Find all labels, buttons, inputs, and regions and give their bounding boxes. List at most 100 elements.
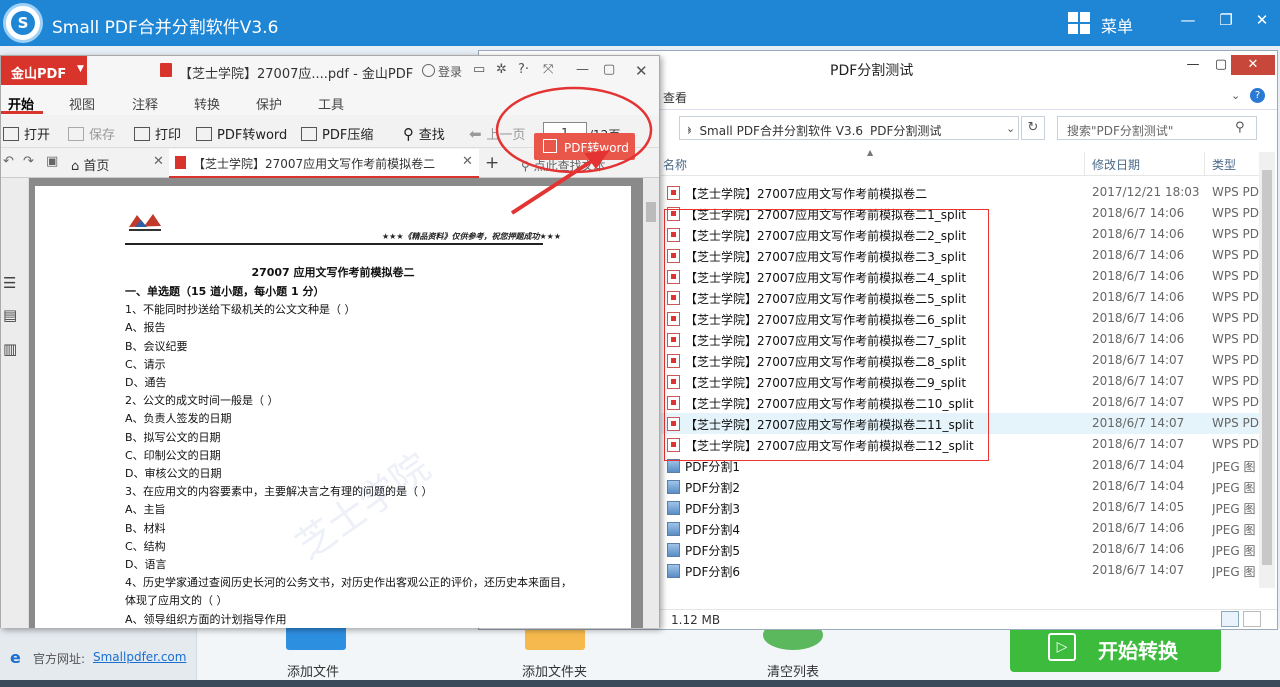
column-date[interactable]: 修改日期	[1092, 156, 1140, 173]
clear-list-button[interactable]: 清空列表	[767, 661, 819, 680]
document-line: D、审核公文的日期	[125, 467, 222, 480]
ribbon-tab-view[interactable]: 查看	[663, 89, 687, 106]
app-minimize-button[interactable]: —	[1174, 8, 1202, 32]
image-file-icon	[667, 501, 680, 515]
float-pdf-to-word-button[interactable]: PDF转word	[534, 133, 635, 160]
help-icon[interactable]: ?·	[518, 62, 529, 77]
pdf-reader-menu[interactable]: 金山PDF ▼	[1, 56, 87, 85]
tab-protect[interactable]: 保护	[256, 94, 282, 113]
scrollbar-thumb[interactable]	[1262, 170, 1272, 565]
file-type: WPS PDF	[1212, 437, 1260, 451]
pdf-maximize-button[interactable]: ▢	[603, 62, 615, 77]
tab-annotate[interactable]: 注释	[132, 94, 158, 113]
file-type: WPS PDF	[1212, 374, 1260, 388]
file-date: 2018/6/7 14:04	[1092, 479, 1185, 493]
document-tab-close-icon[interactable]: ✕	[462, 154, 473, 169]
file-date: 2018/6/7 14:07	[1092, 437, 1185, 451]
add-file-button[interactable]: 添加文件	[287, 661, 339, 680]
thumbnail-view-icon[interactable]	[1243, 611, 1261, 627]
pdf-file-icon	[160, 63, 172, 77]
file-row[interactable]: PDF分割3 2018/6/7 14:05 JPEG 图	[661, 497, 1261, 518]
file-row[interactable]: PDF分割6 2018/6/7 14:07 JPEG 图	[661, 560, 1261, 581]
fullscreen-icon[interactable]: ⤧	[543, 62, 553, 77]
app-logo-letter: S	[11, 11, 35, 35]
message-icon[interactable]: ▭	[473, 62, 485, 77]
menu-grid-icon[interactable]	[1068, 12, 1090, 34]
menu-button[interactable]: 菜单	[1101, 13, 1133, 37]
document-tab-active[interactable]: 【芝士学院】27007应用文写作考前模拟卷二 ✕	[169, 149, 479, 178]
pdf-page: ★★★《精品资料》仅供参考，祝您押题成功★★★ 27007 应用文写作考前模拟卷…	[35, 186, 631, 628]
prev-page-button[interactable]: ⬅ 上一页	[469, 124, 525, 143]
search-icon: ⚲	[403, 125, 419, 143]
app-close-button[interactable]: ✕	[1248, 8, 1276, 32]
image-file-icon	[667, 480, 680, 494]
file-type: WPS PDF	[1212, 290, 1260, 304]
file-type: JPEG 图	[1212, 460, 1256, 474]
app-maximize-button[interactable]: ❐	[1212, 8, 1240, 32]
file-name: 【芝士学院】27007应用文写作考前模拟卷二	[685, 187, 928, 201]
file-date: 2018/6/7 14:06	[1092, 206, 1185, 220]
add-folder-button[interactable]: 添加文件夹	[522, 661, 587, 680]
document-line: B、会议纪要	[125, 339, 188, 353]
new-tab-icon[interactable]: +	[485, 153, 499, 173]
pdf-reader-titlebar: 金山PDF ▼ 【芝士学院】27007应....pdf - 金山PDF 登录 ▭…	[1, 56, 659, 85]
print-button[interactable]: 打印	[134, 124, 181, 143]
file-name: PDF分割3	[685, 502, 741, 516]
breadcrumb-root[interactable]: › Small PDF合并分割软件 V3.6	[687, 122, 863, 139]
save-button[interactable]: 保存	[68, 124, 115, 143]
site-link[interactable]: Smallpdfer.com	[93, 650, 186, 664]
file-row[interactable]: PDF分割5 2018/6/7 14:06 JPEG 图	[661, 539, 1261, 560]
file-date: 2018/6/7 14:07	[1092, 353, 1185, 367]
search-icon[interactable]: ⚲	[1235, 120, 1245, 135]
selection-size: 1.12 MB	[671, 613, 721, 627]
chevron-down-icon[interactable]: ⌄	[1231, 89, 1240, 102]
file-row[interactable]: PDF分割2 2018/6/7 14:04 JPEG 图	[661, 476, 1261, 497]
pdf-compress-button[interactable]: PDF压缩	[301, 124, 373, 143]
pdf-window-title: 【芝士学院】27007应....pdf - 金山PDF	[179, 67, 414, 82]
file-row[interactable]: PDF分割4 2018/6/7 14:06 JPEG 图	[661, 518, 1261, 539]
outline-icon[interactable]: ☰	[3, 274, 16, 292]
save-icon[interactable]: ▣	[46, 154, 58, 169]
home-tab[interactable]: ⌂ 首页	[71, 155, 109, 174]
file-date: 2018/6/7 14:07	[1092, 563, 1185, 577]
explorer-minimize-button[interactable]: —	[1179, 55, 1207, 75]
find-button[interactable]: ⚲ 查找	[403, 124, 445, 143]
tab-tools[interactable]: 工具	[318, 94, 344, 113]
document-viewport[interactable]: ★★★《精品资料》仅供参考，祝您押题成功★★★ 27007 应用文写作考前模拟卷…	[29, 178, 643, 628]
user-icon[interactable]	[422, 64, 435, 77]
pdf-minimize-button[interactable]: —	[576, 62, 589, 77]
file-type: WPS PDF	[1212, 416, 1260, 430]
pdf-close-button[interactable]: ✕	[635, 62, 648, 80]
tab-view[interactable]: 视图	[69, 94, 95, 113]
file-type: WPS PDF	[1212, 269, 1260, 283]
browser-icon: e	[10, 648, 21, 667]
home-tab-close-icon[interactable]: ✕	[153, 154, 164, 169]
address-bar[interactable]: › › Small PDF合并分割软件 V3.6 › PDF分割测试 ⌄	[679, 116, 1019, 140]
settings-icon[interactable]: ✲	[496, 62, 507, 77]
undo-icon[interactable]: ↶	[3, 154, 14, 169]
explorer-close-button[interactable]: ✕	[1231, 55, 1275, 75]
scrollbar-thumb[interactable]	[646, 202, 656, 222]
file-type: JPEG 图	[1212, 502, 1256, 516]
address-dropdown-icon[interactable]: ⌄	[1006, 122, 1015, 135]
tab-convert[interactable]: 转换	[194, 94, 220, 113]
pdf-scrollbar[interactable]	[643, 178, 659, 628]
file-date: 2018/6/7 14:06	[1092, 290, 1185, 304]
app-title: Small PDF合并分割软件V3.6	[52, 18, 279, 38]
breadcrumb-current[interactable]: PDF分割测试	[870, 122, 941, 139]
file-row[interactable]: 【芝士学院】27007应用文写作考前模拟卷二 2017/12/21 18:03 WP…	[661, 182, 1261, 203]
explorer-search-input[interactable]: 搜索"PDF分割测试" ⚲	[1057, 116, 1257, 140]
redo-icon[interactable]: ↷	[23, 154, 34, 169]
help-icon[interactable]: ?	[1250, 88, 1265, 103]
details-view-icon[interactable]	[1221, 611, 1239, 627]
login-button[interactable]: 登录	[438, 63, 462, 80]
thumbnails-icon[interactable]: ▤	[3, 306, 17, 324]
column-name[interactable]: 名称	[663, 156, 687, 173]
explorer-scrollbar[interactable]	[1259, 152, 1275, 588]
column-type[interactable]: 类型	[1212, 156, 1236, 173]
convert-side-icon[interactable]: ▥	[3, 340, 17, 358]
document-title: 27007 应用文写作考前模拟卷二	[251, 266, 415, 279]
refresh-icon[interactable]: ↻	[1021, 116, 1045, 140]
open-button[interactable]: 打开	[3, 124, 50, 143]
pdf-to-word-button[interactable]: PDF转word	[196, 124, 287, 143]
